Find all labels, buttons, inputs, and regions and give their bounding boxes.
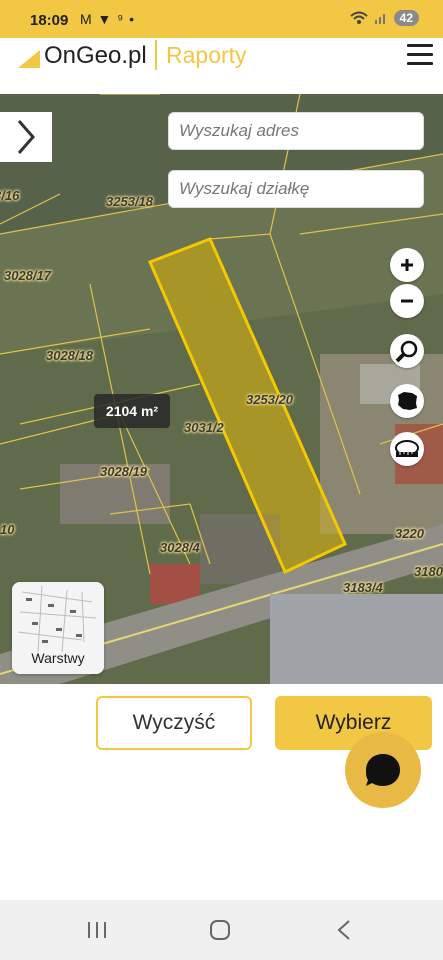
map-view[interactable]: 3253/18 3028/17 3028/18 3253/20 3031/2 3… (0, 94, 443, 684)
parcel-label: 3253/18 (106, 194, 153, 209)
back-icon[interactable] (334, 918, 354, 942)
logo-divider (155, 40, 157, 70)
zoom-out-button[interactable] (390, 284, 424, 318)
status-bar: 18:09 M ▼ ⁹ • 42 (0, 0, 443, 38)
app-header: OnGeo.pl Raporty (0, 38, 443, 94)
brand-name[interactable]: OnGeo.pl (44, 42, 147, 70)
wifi-icon (349, 11, 368, 24)
minus-icon (401, 299, 413, 303)
parcel-label: 3180 (414, 564, 443, 579)
recent-apps-icon[interactable] (86, 918, 108, 942)
layers-label: Warstwy (31, 650, 85, 666)
search-map-button[interactable] (390, 334, 424, 368)
section-title: Raporty (166, 42, 247, 68)
chat-bubble-icon (366, 754, 400, 786)
parcel-label: 3028/4 (160, 540, 200, 555)
signal-icon (374, 14, 385, 24)
hamburger-menu-icon[interactable] (407, 44, 433, 66)
chevron-right-icon (17, 120, 35, 154)
area-badge: 2104 m² (94, 394, 170, 428)
search-parcel-input[interactable]: Wyszukaj działkę (168, 170, 424, 208)
plus-icon (401, 259, 413, 271)
parcel-label: 3/16 (0, 188, 20, 203)
logo-icon (18, 50, 40, 68)
measure-button[interactable] (390, 432, 424, 466)
parcel-label: 3028/17 (4, 268, 51, 283)
notification-icons: M ▼ ⁹ • (80, 11, 136, 27)
home-icon[interactable] (208, 918, 232, 942)
parcel-label: 3028/18 (46, 348, 93, 363)
parcel-label: 3031/2 (184, 420, 224, 435)
poland-map-icon (398, 392, 417, 410)
system-nav-bar (0, 900, 443, 960)
zoom-in-button[interactable] (390, 248, 424, 282)
layers-button[interactable]: Warstwy (12, 582, 104, 674)
country-view-button[interactable] (390, 384, 424, 418)
parcel-label: 3253/20 (246, 392, 293, 407)
expand-panel-button[interactable] (0, 112, 52, 162)
chat-button[interactable] (345, 732, 421, 808)
status-time: 18:09 (30, 12, 69, 29)
parcel-label: 10 (0, 522, 15, 537)
battery-badge: 42 (393, 10, 419, 26)
tape-measure-icon (395, 440, 419, 457)
parcel-label: 3183/4 (343, 580, 383, 595)
clear-button[interactable]: Wyczyść (96, 696, 252, 750)
magnifier-icon (395, 340, 418, 363)
parcel-label: 3028/19 (100, 464, 147, 479)
parcel-label: 3220 (395, 526, 424, 541)
search-address-input[interactable]: Wyszukaj adres (168, 112, 424, 150)
